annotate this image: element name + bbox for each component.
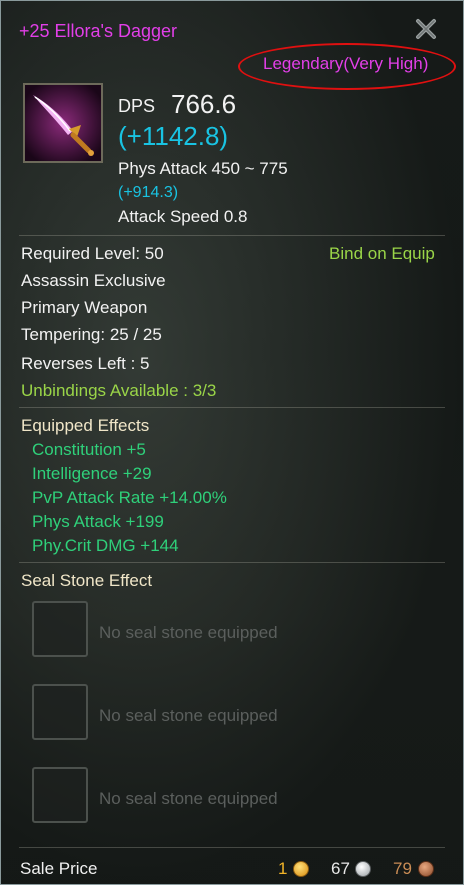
attack-speed: Attack Speed 0.8 xyxy=(118,207,248,226)
bronze-coin-icon xyxy=(418,861,434,877)
effect-item: Intelligence +29 xyxy=(32,464,152,483)
divider xyxy=(19,407,445,408)
seal-stone-title: Seal Stone Effect xyxy=(21,571,153,590)
equipped-effects-title: Equipped Effects xyxy=(21,416,150,435)
dps-value: 766.6 xyxy=(171,89,237,119)
item-title: +25 Ellora's Dagger xyxy=(19,21,178,41)
class-exclusive: Assassin Exclusive xyxy=(21,271,166,290)
effect-item: Phys Attack +199 xyxy=(32,512,164,531)
seal-stone-slot-label: No seal stone equipped xyxy=(99,706,278,725)
sale-price-label: Sale Price xyxy=(20,859,98,878)
silver-coin-icon xyxy=(355,861,371,877)
phys-attack-bonus: (+914.3) xyxy=(118,184,179,201)
dps-bonus: (+1142.8) xyxy=(118,121,229,151)
silver-amount: 67 xyxy=(331,859,350,878)
bind-type: Bind on Equip xyxy=(329,244,435,263)
effect-item: Constitution +5 xyxy=(32,440,146,459)
item-rarity: Legendary(Very High) xyxy=(263,54,429,73)
dagger-icon xyxy=(23,83,103,163)
seal-stone-slot-label: No seal stone equipped xyxy=(99,789,278,808)
seal-stone-slot-label: No seal stone equipped xyxy=(99,623,278,642)
required-level: Required Level: 50 xyxy=(21,244,164,263)
effect-item: PvP Attack Rate +14.00% xyxy=(32,488,227,507)
weapon-type: Primary Weapon xyxy=(21,298,148,317)
effect-item: Phy.Crit DMG +144 xyxy=(32,536,179,555)
dps-label: DPS xyxy=(118,96,156,116)
phys-attack: Phys Attack 450 ~ 775 xyxy=(118,159,288,178)
seal-stone-slot[interactable] xyxy=(32,767,88,823)
seal-stone-slot[interactable] xyxy=(32,684,88,740)
tempering: Tempering: 25 / 25 xyxy=(21,325,162,344)
seal-stone-slot[interactable] xyxy=(32,601,88,657)
bronze-amount: 79 xyxy=(393,859,412,878)
close-icon[interactable] xyxy=(414,17,438,41)
unbindings-available: Unbindings Available : 3/3 xyxy=(21,381,217,400)
gold-coin-icon xyxy=(293,861,309,877)
item-tooltip: +25 Ellora's Dagger Legendary(Very High)… xyxy=(0,0,464,885)
divider xyxy=(19,562,445,563)
divider xyxy=(19,235,445,236)
divider xyxy=(19,847,445,848)
gold-amount: 1 xyxy=(278,859,288,878)
reverses-left: Reverses Left : 5 xyxy=(21,354,150,373)
